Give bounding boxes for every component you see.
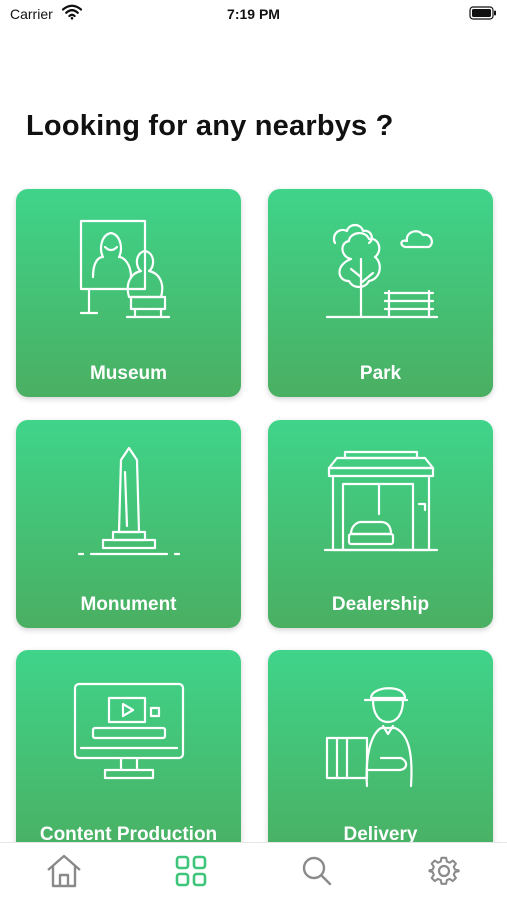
search-icon [301,855,333,892]
category-grid: Museum Park Monument Dealership Content … [0,0,507,842]
monument-label: Monument [80,594,177,615]
delivery-icon [321,674,441,794]
park-card[interactable]: Park [268,189,493,397]
museum-card[interactable]: Museum [16,189,241,397]
bottom-tab-bar [0,842,507,901]
museum-label: Museum [89,363,168,384]
dealership-label: Dealership [331,594,430,615]
park-label: Park [359,363,402,384]
museum-icon [69,213,189,333]
delivery-label: Delivery [343,824,418,842]
monument-card[interactable]: Monument [16,420,241,628]
content-production-label: Content Production [39,824,218,842]
grid-icon [174,854,208,893]
home-icon [44,851,84,896]
tab-settings[interactable] [424,853,464,893]
content-production-card[interactable]: Content Production [16,650,241,842]
dealership-card[interactable]: Dealership [268,420,493,628]
tab-categories[interactable] [171,853,211,893]
delivery-card[interactable]: Delivery [268,650,493,842]
monument-icon [69,444,189,564]
dealership-icon [321,444,441,564]
tab-home[interactable] [44,853,84,893]
content-production-icon [69,674,189,794]
tab-search[interactable] [297,853,337,893]
gear-icon [428,855,460,892]
park-icon [321,213,441,333]
